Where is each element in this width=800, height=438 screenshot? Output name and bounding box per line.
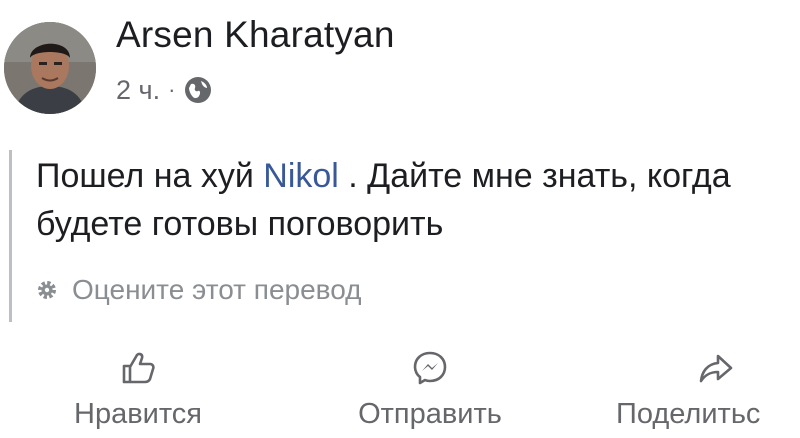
gear-icon xyxy=(38,281,56,299)
send-button[interactable]: Отправить xyxy=(330,348,530,438)
like-label: Нравится xyxy=(74,398,202,430)
post-meta: 2 ч. · xyxy=(116,72,213,108)
avatar[interactable] xyxy=(4,22,96,114)
like-button[interactable]: Нравится xyxy=(48,348,228,438)
translation-quote-bar xyxy=(9,150,12,322)
post-card: Arsen Kharatyan 2 ч. · Пошел на хуй Niko… xyxy=(0,0,800,437)
meta-separator: · xyxy=(168,77,176,102)
avatar-photo xyxy=(4,22,96,114)
globe-icon[interactable] xyxy=(183,75,213,105)
thumbs-up-icon xyxy=(122,352,155,384)
share-arrow-icon xyxy=(699,354,733,383)
rate-translation-label: Оцените этот перевод xyxy=(72,274,362,305)
post-time[interactable]: 2 ч. xyxy=(116,75,160,106)
author-name[interactable]: Arsen Kharatyan xyxy=(116,14,395,56)
messenger-icon xyxy=(413,351,447,385)
share-label: Поделитьс xyxy=(616,398,761,430)
share-button[interactable]: Поделитьс xyxy=(616,348,800,438)
post-body-text-1: Пошел на хуй xyxy=(36,157,264,195)
rate-translation[interactable]: Оцените этот перевод xyxy=(36,270,362,310)
send-label: Отправить xyxy=(358,398,502,430)
mention-link[interactable]: Nikol xyxy=(263,157,339,195)
post-body: Пошел на хуй Nikol . Дайте мне знать, ко… xyxy=(36,152,776,248)
